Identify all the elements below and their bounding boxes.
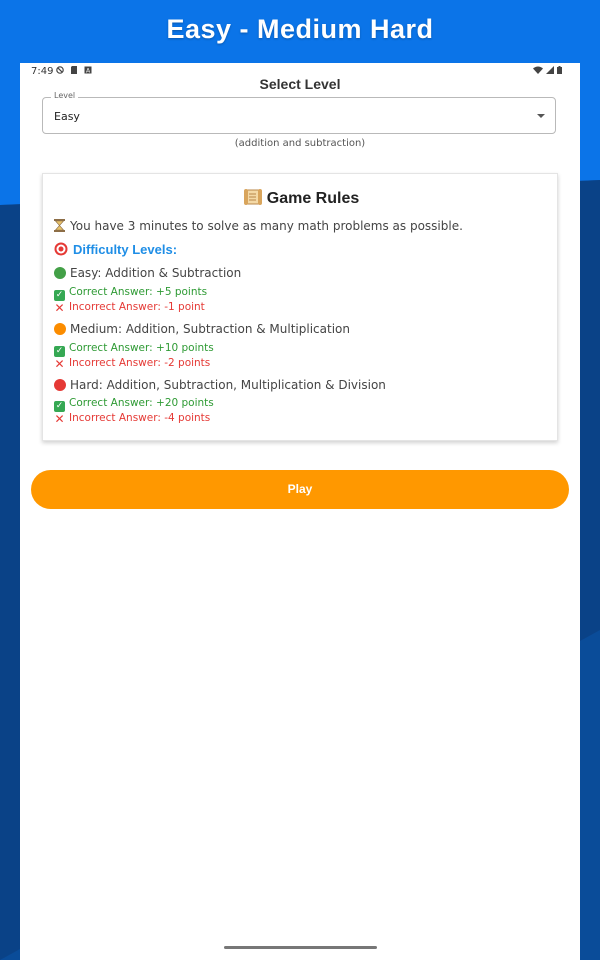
medium-correct: ✓ Correct Answer: +10 points: [54, 342, 214, 357]
medium-incorrect: ✕ Incorrect Answer: -2 points: [54, 357, 210, 370]
rules-title: Game Rules: [43, 188, 559, 208]
play-button[interactable]: Play: [31, 470, 569, 509]
level-medium-text: Medium: Addition, Subtraction & Multipli…: [70, 322, 350, 336]
page-title: Select Level: [259, 76, 341, 92]
wifi-icon: [533, 66, 543, 74]
hard-incorrect-text: Incorrect Answer: -4 points: [69, 412, 211, 424]
rules-title-text: Game Rules: [266, 190, 360, 207]
check-mark-icon: ✓: [54, 346, 65, 357]
battery-icon: [557, 66, 562, 74]
check-mark-icon: ✓: [54, 401, 65, 412]
level-hard: Hard: Addition, Subtraction, Multiplicat…: [54, 378, 386, 392]
cross-mark-icon: ✕: [54, 357, 65, 371]
check-mark-icon: ✓: [54, 290, 65, 301]
red-circle-icon: [54, 379, 66, 391]
do-not-disturb-icon: [56, 66, 64, 74]
easy-incorrect-text: Incorrect Answer: -1 point: [69, 301, 205, 313]
notification-a-icon: A: [84, 66, 92, 74]
game-rules-card: Game Rules You have 3 minutes to solve a…: [42, 173, 558, 441]
level-easy: Easy: Addition & Subtraction: [54, 266, 241, 280]
cell-signal-icon: [546, 66, 554, 74]
medium-incorrect-text: Incorrect Answer: -2 points: [69, 357, 211, 369]
easy-incorrect: ✕ Incorrect Answer: -1 point: [54, 301, 205, 315]
easy-correct: ✓ Correct Answer: +5 points: [54, 286, 207, 301]
orange-circle-icon: [54, 323, 66, 335]
hourglass-icon: [54, 219, 65, 232]
level-medium: Medium: Addition, Subtraction & Multipli…: [54, 322, 350, 336]
level-select[interactable]: Level Easy: [42, 91, 556, 134]
banner-title: Easy - Medium Hard: [166, 14, 434, 44]
dropdown-caret-icon: [537, 114, 545, 118]
cross-mark-icon: ✕: [54, 412, 65, 426]
sd-card-icon: [71, 66, 77, 74]
difficulty-heading: Difficulty Levels:: [54, 242, 177, 257]
difficulty-heading-text: Difficulty Levels:: [73, 242, 178, 257]
hard-correct: ✓ Correct Answer: +20 points: [54, 397, 214, 412]
target-icon: [54, 242, 68, 256]
hard-correct-text: Correct Answer: +20 points: [69, 397, 214, 409]
home-indicator[interactable]: [224, 946, 377, 949]
app-screen: 7:49 A Select Level Level Easy (addition…: [20, 63, 580, 960]
scroll-icon: [243, 189, 262, 205]
level-helper-text: (addition and subtraction): [234, 138, 366, 149]
medium-correct-text: Correct Answer: +10 points: [69, 342, 214, 354]
level-select-value: Easy: [54, 110, 80, 123]
level-easy-text: Easy: Addition & Subtraction: [70, 266, 242, 280]
timer-rule-text: You have 3 minutes to solve as many math…: [70, 219, 463, 233]
status-system-icons: [533, 66, 562, 74]
easy-correct-text: Correct Answer: +5 points: [69, 286, 208, 298]
hard-incorrect: ✕ Incorrect Answer: -4 points: [54, 412, 210, 425]
green-circle-icon: [54, 267, 66, 279]
status-notification-icons: A: [56, 66, 92, 74]
timer-rule: You have 3 minutes to solve as many math…: [54, 219, 463, 233]
level-select-label: Level: [51, 91, 79, 100]
level-hard-text: Hard: Addition, Subtraction, Multiplicat…: [70, 378, 386, 392]
cross-mark-icon: ✕: [54, 301, 65, 315]
